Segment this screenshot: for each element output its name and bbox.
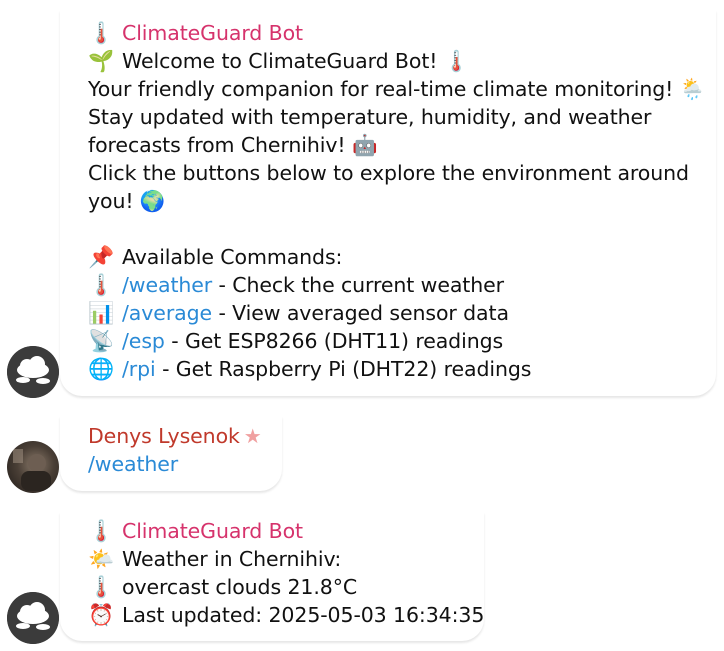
weather-title-line: 🌤️ Weather in Chernihiv: [88,545,341,573]
thermometer-icon: 🌡️ [88,273,115,297]
thermometer-icon: 🌡️ [88,21,115,45]
cloud-icon [7,346,59,398]
chat-history: 🌡️ ClimateGuard Bot 🌱 Welcome to ClimateGu… [0,0,724,651]
intro-text-3: forecasts from Chernihiv! [88,133,346,157]
command-desc: - View averaged sensor data [212,301,509,325]
intro-line-2: Stay updated with temperature, humidity,… [88,103,651,131]
thermometer-icon: 🌡️ [88,575,115,599]
message-text-line: /weather [88,450,178,478]
sender-line: Denys Lysenok ★ [88,422,262,450]
welcome-line: 🌱 Welcome to ClimateGuard Bot! 🌡️ [88,47,469,75]
intro-line-1: Your friendly companion for real-time cl… [88,75,705,103]
bot-avatar[interactable] [7,592,59,644]
bar-chart-icon: 📊 [88,301,115,325]
command-link-weather[interactable]: /weather [88,452,178,476]
globe-icon: 🌐 [88,357,115,381]
star-icon: ★ [243,424,262,448]
cloud-icon [7,592,59,644]
sender-name[interactable]: Denys Lysenok [88,424,240,448]
robot-icon: 🤖 [351,133,378,157]
seedling-icon: 🌱 [88,49,115,73]
welcome-text: Welcome to ClimateGuard Bot! [122,49,438,73]
satellite-icon: 📡 [88,329,115,353]
alarm-clock-icon: ⏰ [88,603,115,627]
user-avatar[interactable] [7,441,59,493]
intro-text-4: Click the buttons below to explore the e… [88,161,689,185]
thermometer-icon: 🌡️ [88,519,115,543]
weather-condition-line: 🌡️ overcast clouds 21.8°C [88,573,357,601]
thermometer-icon: 🌡️ [443,49,470,73]
sender-line: 🌡️ ClimateGuard Bot [88,19,303,47]
command-item-weather: 🌡️ /weather - Check the current weather [88,271,504,299]
intro-line-3: forecasts from Chernihiv! 🤖 [88,131,378,159]
pushpin-icon: 📌 [88,245,115,269]
command-link-weather[interactable]: /weather [122,273,212,297]
command-link-rpi[interactable]: /rpi [122,357,156,381]
command-desc: - Get Raspberry Pi (DHT22) readings [155,357,532,381]
intro-line-5: you! 🌍 [88,187,165,215]
commands-title: Available Commands: [122,245,343,269]
command-item-average: 📊 /average - View averaged sensor data [88,299,509,327]
sender-name[interactable]: ClimateGuard Bot [122,21,303,45]
sun-cloud-icon: 🌤️ [88,547,115,571]
user-photo [13,449,51,491]
cloud-rain-sun-icon: 🌦️ [679,77,706,101]
last-updated-line: ⏰ Last updated: 2025-05-03 16:34:35 [88,601,484,629]
sender-line: 🌡️ ClimateGuard Bot [88,517,303,545]
sender-name[interactable]: ClimateGuard Bot [122,519,303,543]
intro-text-5: you! [88,189,134,213]
bot-avatar[interactable] [7,346,59,398]
weather-title: Weather in Chernihiv: [122,547,342,571]
weather-condition: overcast clouds 21.8°C [122,575,358,599]
command-item-rpi: 🌐 /rpi - Get Raspberry Pi (DHT22) reading… [88,355,531,383]
command-link-esp[interactable]: /esp [122,329,165,353]
intro-line-4: Click the buttons below to explore the e… [88,159,689,187]
globe-icon: 🌍 [139,189,166,213]
command-desc: - Check the current weather [212,273,505,297]
intro-text-2: Stay updated with temperature, humidity,… [88,105,652,129]
command-link-average[interactable]: /average [122,301,212,325]
last-updated: Last updated: 2025-05-03 16:34:35 [122,603,485,627]
command-item-esp: 📡 /esp - Get ESP8266 (DHT11) readings [88,327,503,355]
commands-title-line: 📌 Available Commands: [88,243,342,271]
intro-text-1: Your friendly companion for real-time cl… [88,77,674,101]
command-desc: - Get ESP8266 (DHT11) readings [164,329,504,353]
